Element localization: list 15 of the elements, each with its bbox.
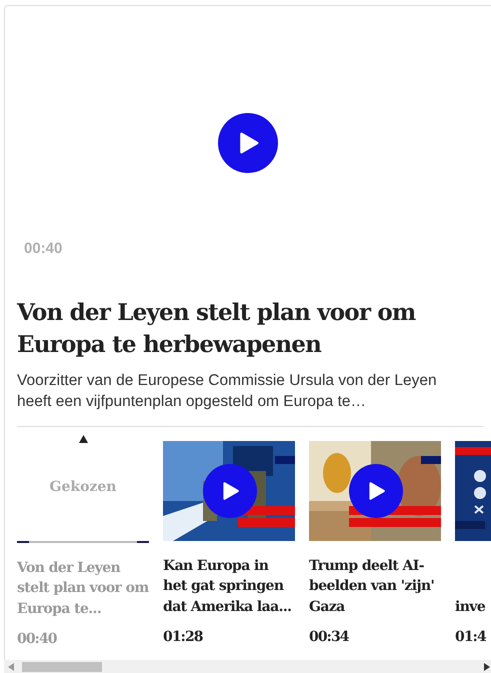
triangle-icon (78, 435, 88, 443)
video-duration: 01:4 (455, 629, 488, 645)
video-duration: 00:34 (309, 629, 350, 645)
video-title[interactable]: Trump deelt AI-beelden van 'zijn' Gaza (309, 551, 441, 617)
video-duration: 01:28 (163, 629, 204, 645)
video-title[interactable]: inve (455, 551, 491, 617)
video-duration: 00:40 (24, 240, 62, 257)
video-duration: 00:40 (17, 631, 58, 647)
scrollbar-thumb[interactable] (22, 662, 102, 672)
video-title[interactable]: Kan Europa in het gat springen dat Amerika laa... (163, 551, 295, 617)
scrollbar[interactable] (4, 660, 491, 673)
headline: Von der Leyen stelt plan voor om Europa te herbewapenen (17, 298, 417, 360)
scroll-right-icon[interactable] (484, 662, 490, 670)
chosen-label: Gekozen (50, 479, 116, 495)
summary: Voorzitter van de Europese Commissie Ursula von der Leyen heeft een vijfpuntenplan opgesteld om Europa te… (17, 371, 438, 412)
